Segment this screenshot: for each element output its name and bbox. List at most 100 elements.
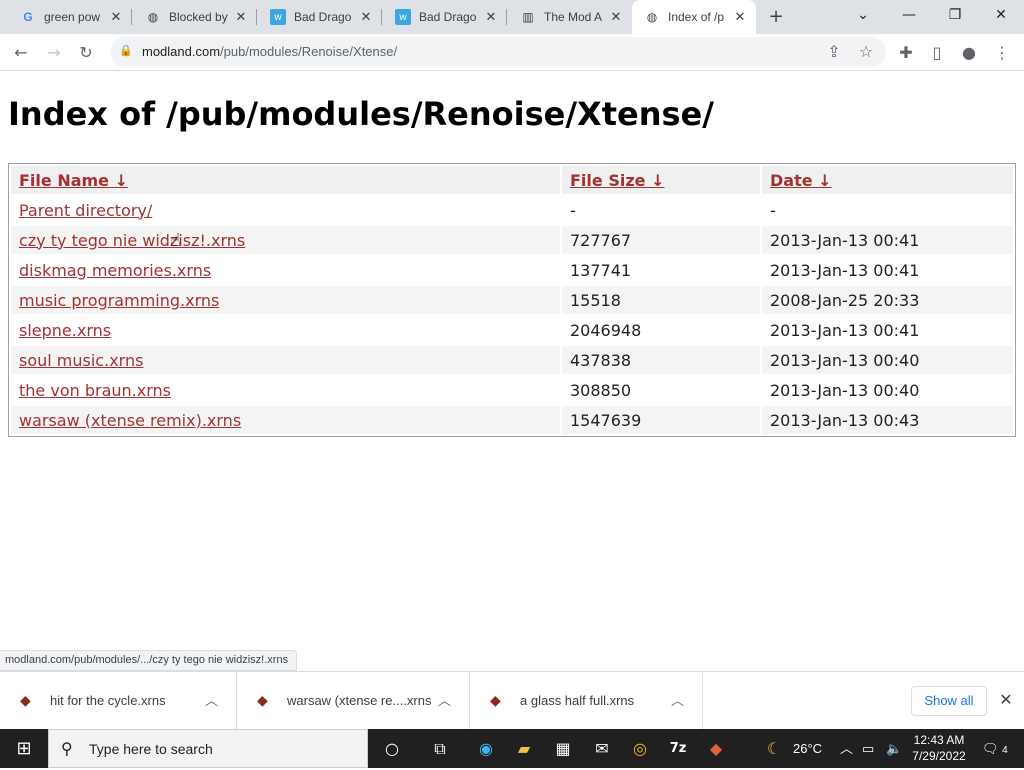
url-path: /pub/modules/Renoise/Xtense/: [220, 44, 398, 59]
chevron-up-icon[interactable]: ︿: [438, 690, 451, 709]
mail-icon[interactable]: ✉: [586, 733, 618, 765]
table-row: warsaw (xtense remix).xrns 1547639 2013-…: [11, 406, 1013, 434]
tab-2[interactable]: ◍ Blocked by ✕: [133, 0, 257, 34]
bookmark-star-icon[interactable]: ☆: [853, 39, 879, 65]
close-tab-icon[interactable]: ✕: [732, 9, 748, 25]
moon-weather-icon[interactable]: ☾: [758, 733, 790, 765]
edge-icon[interactable]: ◉: [470, 733, 502, 765]
chrome-icon[interactable]: ◎: [624, 733, 656, 765]
table-row: diskmag memories.xrns 137741 2013-Jan-13…: [11, 256, 1013, 284]
file-link[interactable]: music programming.xrns: [19, 291, 219, 310]
forward-icon[interactable]: →: [41, 40, 67, 66]
7zip-icon[interactable]: 7z: [662, 733, 694, 765]
file-link[interactable]: czy ty tego nie widzisz!.xrns: [19, 231, 245, 250]
chevron-up-tray-icon[interactable]: ︿: [840, 729, 853, 768]
file-date: -: [770, 200, 776, 220]
download-filename: warsaw (xtense re....xrns: [287, 693, 432, 708]
download-item[interactable]: ◆ warsaw (xtense re....xrns ︿: [237, 672, 470, 729]
chevron-up-icon[interactable]: ︿: [671, 690, 684, 709]
close-window-button[interactable]: ✕: [978, 0, 1024, 30]
tab-title: Bad Drago: [294, 10, 352, 24]
tab-title: Index of /p: [668, 10, 725, 24]
app-icon[interactable]: ◆: [700, 733, 732, 765]
tab-5[interactable]: ▥ The Mod A ✕: [508, 0, 632, 34]
close-tab-icon[interactable]: ✕: [233, 9, 249, 25]
menu-icon[interactable]: ⋮: [989, 40, 1015, 66]
clock[interactable]: 12:43 AM 7/29/2022: [906, 732, 972, 764]
windows-start-icon[interactable]: ⊞: [0, 729, 48, 768]
download-item[interactable]: ◆ hit for the cycle.xrns ︿: [0, 672, 237, 729]
notifications-icon[interactable]: 🗨 4: [982, 729, 1008, 768]
restore-button[interactable]: ❐: [932, 0, 978, 30]
close-tab-icon[interactable]: ✕: [608, 9, 624, 25]
file-size: -: [570, 200, 576, 220]
close-tab-icon[interactable]: ✕: [108, 9, 124, 25]
cortana-icon[interactable]: ○: [376, 733, 408, 765]
file-link[interactable]: slepne.xrns: [19, 321, 111, 340]
file-size: 137741: [570, 260, 632, 280]
show-all-button[interactable]: Show all: [911, 686, 987, 716]
file-date: 2013-Jan-13 00:40: [762, 346, 1013, 374]
volume-icon[interactable]: 🔈: [886, 729, 902, 768]
table-row: Parent directory/ - -: [11, 196, 1013, 224]
file-size: 2046948: [570, 320, 642, 340]
tab-1[interactable]: G green pow ✕: [8, 0, 132, 34]
downloads-shelf: ◆ hit for the cycle.xrns ︿ ◆ warsaw (xte…: [0, 671, 1024, 729]
file-link[interactable]: warsaw (xtense remix).xrns: [19, 411, 241, 430]
task-view-icon[interactable]: ⧉: [424, 733, 456, 765]
file-link[interactable]: soul music.xrns: [19, 351, 143, 370]
download-item[interactable]: ◆ a glass half full.xrns ︿: [470, 672, 703, 729]
file-link[interactable]: diskmag memories.xrns: [19, 261, 211, 280]
profile-avatar-icon[interactable]: ●: [956, 40, 982, 66]
new-tab-button[interactable]: +: [766, 7, 786, 27]
file-explorer-icon[interactable]: ▰: [508, 733, 540, 765]
tab-4[interactable]: w Bad Drago ✕: [383, 0, 507, 34]
file-link[interactable]: the von braun.xrns: [19, 381, 171, 400]
sort-by-date-link[interactable]: Date ↓: [770, 171, 832, 190]
lock-icon[interactable]: 🔒: [119, 44, 133, 58]
file-date: 2013-Jan-13 00:41: [762, 226, 1013, 254]
address-bar[interactable]: 🔒 modland.com/pub/modules/Renoise/Xtense…: [110, 37, 886, 67]
file-date: 2013-Jan-13 00:41: [770, 320, 920, 340]
browser-toolbar: ← → ↻ 🔒 modland.com/pub/modules/Renoise/…: [0, 34, 1024, 71]
close-tab-icon[interactable]: ✕: [483, 9, 499, 25]
url-text: modland.com/pub/modules/Renoise/Xtense/: [142, 44, 397, 59]
taskbar: ⊞ ⚲ Type here to search ○ ⧉ ◉ ▰ ▦ ✉ ◎ 7z…: [0, 729, 1024, 768]
search-icon: ⚲: [61, 739, 73, 758]
reload-icon[interactable]: ↻: [73, 40, 99, 66]
file-date: 2013-Jan-13 00:40: [770, 380, 920, 400]
column-header-name[interactable]: File Name ↓: [11, 166, 560, 194]
table-header-row: File Name ↓ File Size ↓ Date ↓: [11, 166, 1013, 194]
hand-cursor-icon: ☝: [170, 230, 181, 251]
tab-6-active[interactable]: ◍ Index of /p ✕: [632, 0, 756, 34]
tab-title: The Mod A: [544, 10, 603, 24]
store-icon[interactable]: ▦: [547, 733, 579, 765]
url-host: modland.com: [142, 44, 221, 59]
chart-icon: ▥: [522, 10, 534, 24]
globe-icon: ◍: [147, 10, 159, 24]
network-icon[interactable]: ▭: [862, 729, 874, 768]
chevron-up-icon[interactable]: ︿: [205, 690, 218, 709]
clock-time: 12:43 AM: [913, 733, 965, 747]
side-panel-icon[interactable]: ▯: [924, 40, 950, 66]
tab-title: Blocked by: [169, 10, 228, 24]
table-row: the von braun.xrns 308850 2013-Jan-13 00…: [11, 376, 1013, 404]
sort-by-name-link[interactable]: File Name ↓: [19, 171, 128, 190]
file-link[interactable]: Parent directory/: [19, 201, 152, 220]
close-shelf-icon[interactable]: ✕: [996, 690, 1016, 710]
tab-title: green pow: [44, 10, 101, 24]
extensions-icon[interactable]: ✚: [893, 40, 919, 66]
back-icon[interactable]: ←: [8, 40, 34, 66]
tab-search-icon[interactable]: ⌄: [840, 0, 886, 30]
column-header-size[interactable]: File Size ↓: [562, 166, 760, 194]
sort-by-size-link[interactable]: File Size ↓: [570, 171, 664, 190]
file-date: 2013-Jan-13 00:41: [770, 260, 920, 280]
minimize-button[interactable]: —: [886, 0, 932, 30]
close-tab-icon[interactable]: ✕: [358, 9, 374, 25]
status-bar-url: modland.com/pub/modules/.../czy ty tego …: [0, 650, 298, 671]
tab-3[interactable]: w Bad Drago ✕: [258, 0, 382, 34]
temperature-text[interactable]: 26°C: [793, 729, 822, 768]
column-header-date[interactable]: Date ↓: [762, 166, 1013, 194]
share-icon[interactable]: ⇪: [821, 39, 847, 65]
taskbar-search-box[interactable]: ⚲ Type here to search: [48, 729, 368, 768]
